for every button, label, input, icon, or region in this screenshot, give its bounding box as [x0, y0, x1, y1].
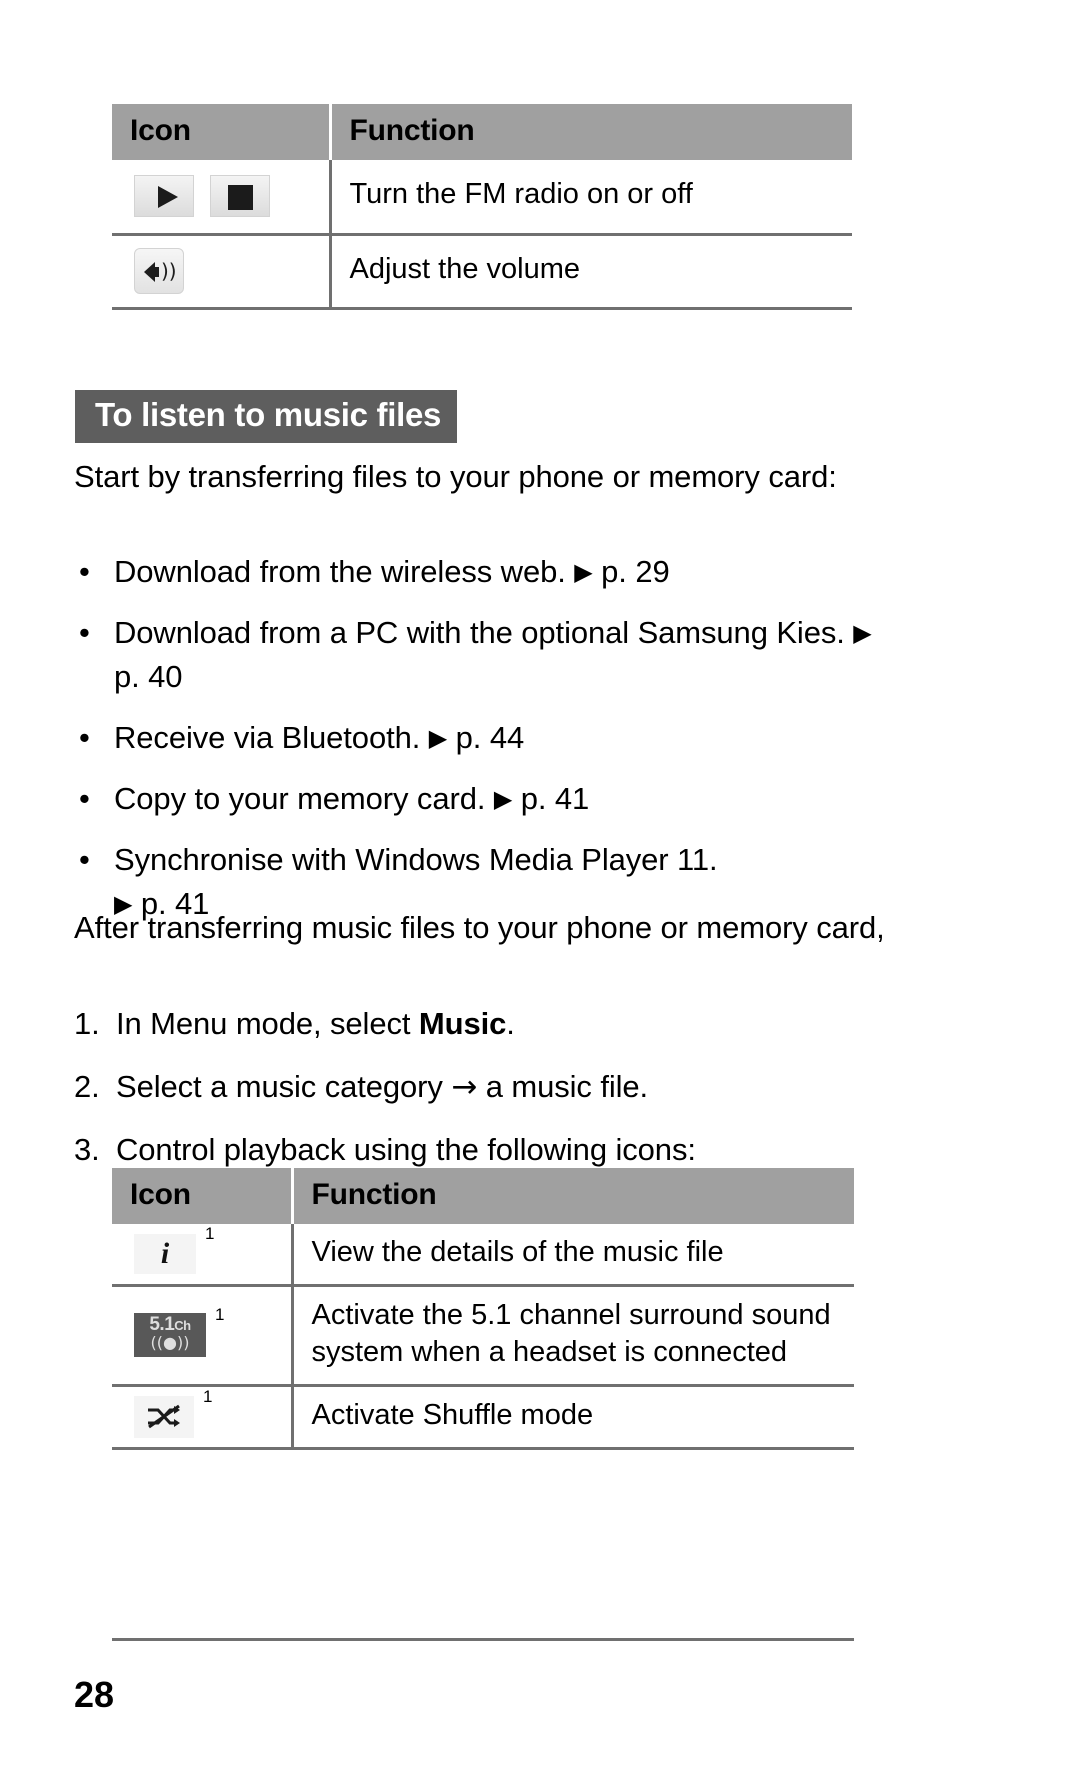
bullet-glyph: •: [79, 781, 90, 817]
triangle-icon: ▶: [428, 724, 448, 753]
table-two-function-3: Activate Shuffle mode: [311, 1399, 594, 1432]
table-two-icon-cell-3: 1: [112, 1385, 294, 1449]
table-row: i1 View the details of the music file: [112, 1224, 854, 1286]
step-text: In Menu mode, select: [116, 1006, 419, 1041]
table-row: Turn the FM radio on or off: [112, 160, 852, 234]
table-one-header-function: Function: [349, 114, 475, 147]
list-item: 2. Select a music category → a music file…: [74, 1065, 904, 1109]
page-ref: p. 41: [520, 781, 590, 817]
play-icon: [134, 175, 194, 218]
table-one-header-icon: Icon: [112, 104, 332, 160]
list-item: 3. Control playback using the following i…: [74, 1128, 904, 1172]
list-item: • Receive via Bluetooth. ▶ p. 44: [74, 716, 874, 760]
volume-icon: )): [134, 248, 184, 294]
table-row: )) Adjust the volume: [112, 234, 852, 308]
step-number: 1.: [74, 1006, 100, 1041]
stop-icon: [210, 175, 270, 218]
bullet-text: Download from a PC with the optional Sam…: [114, 615, 845, 651]
step-bold-term: Music: [418, 1006, 507, 1041]
bullet-glyph: •: [79, 720, 90, 756]
shuffle-glyph: [148, 1404, 180, 1429]
surround-wave-glyph: ((●)): [150, 1333, 190, 1353]
step-text: Control playback using the following ico…: [116, 1132, 696, 1168]
footnote-marker: 1: [203, 1386, 213, 1406]
table-two-icon-cell-1: i1: [112, 1224, 294, 1286]
section-heading: To listen to music files: [75, 390, 458, 443]
speaker-cone-shape: [144, 262, 159, 282]
bullet-glyph: •: [79, 615, 90, 651]
table-row: 5.1Ch ((●)) 1 Activate the 5.1 channel s…: [112, 1285, 854, 1386]
table-one-header-row: Icon Function: [112, 104, 852, 160]
footnote-marker: 1: [215, 1305, 225, 1325]
list-item: • Copy to your memory card. ▶ p. 41: [74, 777, 874, 821]
document-page: Icon Function Turn the FM radio on or of…: [0, 0, 1080, 1771]
5-1-channel-icon: 5.1Ch ((●)): [134, 1313, 206, 1358]
table-one-icon-cell-2: )): [112, 234, 332, 308]
triangle-icon: ▶: [853, 619, 872, 648]
bullet-text: Download from the wireless web.: [114, 554, 566, 589]
list-item: • Download from the wireless web. ▶ p. 29: [74, 550, 874, 594]
bullet-text: Synchronise with Windows Media Player 11…: [114, 842, 718, 878]
triangle-icon: ▶: [574, 558, 593, 586]
step-number: 2.: [74, 1069, 100, 1105]
table-two-function-2: Activate the 5.1 channel surround sound …: [311, 1298, 831, 1369]
table-one-function-1: Turn the FM radio on or off: [349, 178, 693, 211]
table-two-header-row: Icon Function: [112, 1168, 854, 1224]
footer-divider: [112, 1638, 854, 1641]
table-one-function-2: Adjust the volume: [349, 253, 581, 286]
music-playback-icon-table: Icon Function i1 View the details of the…: [112, 1168, 854, 1450]
page-number: 28: [74, 1674, 115, 1715]
table-two-function-1: View the details of the music file: [311, 1236, 724, 1268]
after-transfer-paragraph: After transferring music files to your p…: [74, 910, 885, 945]
info-icon-wrapper: i1: [134, 1224, 214, 1274]
list-item: • Download from a PC with the optional Sa…: [74, 611, 874, 699]
shuffle-icon: [134, 1395, 194, 1438]
table-two-header-function: Function: [311, 1178, 437, 1211]
arrow-icon: →: [451, 1069, 478, 1106]
step-text-tail: a music file.: [477, 1069, 649, 1105]
bullet-text: Receive via Bluetooth.: [114, 720, 421, 756]
page-ref: p. 29: [601, 554, 670, 589]
info-icon: i: [134, 1233, 196, 1274]
playback-steps-list: 1. In Menu mode, select Music. 2. Select a…: [74, 1002, 904, 1191]
bullet-text: Copy to your memory card.: [114, 781, 486, 817]
triangle-icon: ▶: [493, 785, 513, 814]
footnote-marker: 1: [205, 1223, 215, 1243]
page-ref: p. 44: [455, 720, 525, 756]
step-text-tail: .: [506, 1006, 515, 1041]
volume-wave-glyph: )): [161, 259, 177, 283]
bullet-glyph: •: [79, 842, 90, 878]
table-two-icon-cell-2: 5.1Ch ((●)) 1: [112, 1285, 294, 1386]
intro-paragraph: Start by transferring files to your phon…: [74, 459, 837, 494]
page-ref: p. 40: [114, 659, 183, 695]
step-text: Select a music category: [116, 1069, 452, 1105]
fm-radio-icon-table: Icon Function Turn the FM radio on or of…: [112, 104, 852, 310]
table-one-icon-cell-1: [112, 160, 332, 234]
bullet-glyph: •: [79, 554, 90, 589]
step-number: 3.: [74, 1132, 100, 1168]
transfer-methods-list: • Download from the wireless web. ▶ p. 29…: [74, 550, 874, 943]
surround-icon-wrapper: 5.1Ch ((●)) 1: [134, 1305, 224, 1358]
shuffle-icon-wrapper: 1: [134, 1387, 212, 1438]
list-item: 1. In Menu mode, select Music.: [74, 1002, 904, 1046]
table-two-header-icon: Icon: [112, 1168, 294, 1224]
table-row: 1 Activate Shuffle mode: [112, 1385, 854, 1449]
